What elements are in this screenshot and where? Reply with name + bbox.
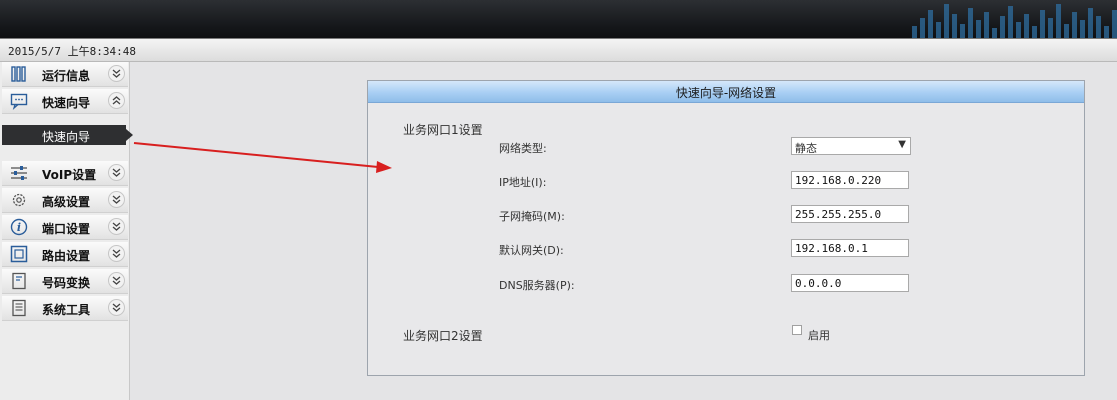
pointer-tip xyxy=(126,129,133,141)
sidebar-item-advanced[interactable]: 高级设置 xyxy=(2,188,128,213)
dropdown-arrow-icon: ▼ xyxy=(898,139,906,150)
sidebar-item-voip[interactable]: VoIP设置 xyxy=(2,161,128,186)
network-settings-panel: 快速向导-网络设置 业务网口1设置 网络类型: 静态 ▼ IP地址(I): 子网… xyxy=(367,80,1085,376)
panel-header: 快速向导-网络设置 xyxy=(368,81,1084,103)
network-type-select[interactable]: 静态 ▼ xyxy=(791,137,911,155)
square-icon xyxy=(10,245,28,263)
chevron-down-icon[interactable] xyxy=(108,299,125,316)
sidebar-item-status[interactable]: 运行信息 xyxy=(2,62,128,87)
sidebar-item-label: 系统工具 xyxy=(42,303,91,317)
sidebar-item-quick-wizard[interactable]: 快速向导 xyxy=(2,89,128,114)
sidebar: 运行信息 快速向导 快速向导 VoIP设置 高级设置 i 端口设置 路由设置 号… xyxy=(0,62,133,400)
chevron-down-icon[interactable] xyxy=(108,164,125,181)
enable-port2-label: 启用 xyxy=(808,329,830,342)
sidebar-item-label: 运行信息 xyxy=(42,69,91,83)
sidebar-item-system-tools[interactable]: 系统工具 xyxy=(2,296,128,321)
sidebar-item-label: 高级设置 xyxy=(42,195,91,209)
datetime-bar: 2015/5/7 上午8:34:48 xyxy=(0,39,1117,62)
gateway-label: 默认网关(D): xyxy=(499,244,564,257)
document-edit-icon xyxy=(12,272,26,290)
monitor-chat-icon xyxy=(10,93,28,110)
network-type-value: 静态 xyxy=(795,142,817,155)
dns-server-label: DNS服务器(P): xyxy=(499,279,575,292)
sidebar-item-label: 端口设置 xyxy=(42,222,91,236)
network-type-label: 网络类型: xyxy=(499,142,547,155)
list-icon xyxy=(12,299,26,317)
chevron-down-icon[interactable] xyxy=(108,191,125,208)
sidebar-item-number-transform[interactable]: 号码变换 xyxy=(2,269,128,294)
equalizer-decoration xyxy=(912,4,1117,38)
svg-text:i: i xyxy=(17,221,21,234)
chevron-down-icon[interactable] xyxy=(108,65,125,82)
gateway-input[interactable] xyxy=(791,239,909,257)
sidebar-item-routing[interactable]: 路由设置 xyxy=(2,242,128,267)
sidebar-item-label: 快速向导 xyxy=(42,96,91,110)
info-icon: i xyxy=(10,218,28,236)
chevron-up-icon[interactable] xyxy=(108,92,125,109)
sidebar-subitem-quick-wizard[interactable]: 快速向导 xyxy=(2,125,133,145)
sidebar-item-label: 路由设置 xyxy=(42,249,91,263)
sidebar-item-port[interactable]: i 端口设置 xyxy=(2,215,128,240)
subnet-mask-input[interactable] xyxy=(791,205,909,223)
sliders-icon xyxy=(11,166,27,180)
datetime-text: 2015/5/7 上午8:34:48 xyxy=(8,45,136,58)
enable-port2-checkbox[interactable] xyxy=(792,325,802,335)
sidebar-item-label: 号码变换 xyxy=(42,276,91,290)
books-icon xyxy=(11,66,26,82)
section-port1-label: 业务网口1设置 xyxy=(403,123,483,137)
section-port2-label: 业务网口2设置 xyxy=(403,329,483,343)
gear-icon xyxy=(12,193,26,207)
top-banner xyxy=(0,0,1117,39)
dns-server-input[interactable] xyxy=(791,274,909,292)
ip-address-label: IP地址(I): xyxy=(499,176,547,189)
subnet-mask-label: 子网掩码(M): xyxy=(499,210,565,223)
sidebar-subitem-label: 快速向导 xyxy=(42,130,91,144)
ip-address-input[interactable] xyxy=(791,171,909,189)
sidebar-item-label: VoIP设置 xyxy=(42,168,97,182)
chevron-down-icon[interactable] xyxy=(108,272,125,289)
chevron-down-icon[interactable] xyxy=(108,218,125,235)
panel-title: 快速向导-网络设置 xyxy=(675,86,777,100)
chevron-down-icon[interactable] xyxy=(108,245,125,262)
